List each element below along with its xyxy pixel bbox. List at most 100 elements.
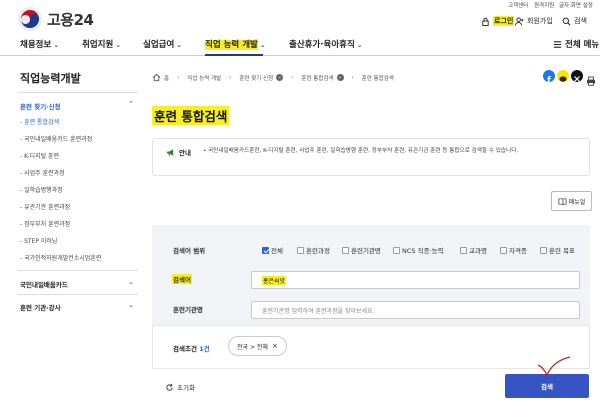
sidebar-item-k-digital[interactable]: - K-디지털 훈련: [20, 151, 59, 160]
notice-label-text: 안내: [179, 149, 191, 157]
util-link-remote-support[interactable]: 원격지원: [534, 1, 554, 9]
breadcrumb-item[interactable]: 훈련 찾기·신청: [239, 74, 273, 82]
scope-checkbox-subject[interactable]: 교과명: [460, 245, 487, 255]
sidebar-item-naeil-card[interactable]: - 국민내일배움카드 훈련과정: [20, 134, 92, 143]
nav-label: 채용정보: [20, 40, 52, 50]
conditions-label-text: 검색조건: [173, 345, 197, 353]
keyword-input[interactable]: 홍은씨앗: [251, 271, 580, 289]
sidebar-item-employer-training[interactable]: - 사업주 훈련과정: [20, 168, 65, 177]
close-icon[interactable]: ×: [272, 342, 278, 350]
checkbox-checked-icon: [262, 246, 269, 254]
nav-item-jobs[interactable]: 채용정보 ⌄: [20, 38, 59, 50]
util-link-display-settings[interactable]: 글자·화면 설정: [559, 1, 593, 9]
conditions-count: 1건: [199, 345, 210, 353]
login-button[interactable]: 로그인: [481, 16, 515, 26]
signup-button[interactable]: 회원가입: [515, 16, 553, 26]
kakao-share-icon[interactable]: [557, 70, 569, 82]
institution-label: 훈련기관명: [173, 306, 203, 314]
search-icon: [562, 17, 571, 25]
all-menu-button[interactable]: 전체 메뉴: [553, 38, 599, 50]
checkbox-label: NCS 직종·능력: [402, 247, 444, 255]
chevron-down-icon: ⌄: [356, 41, 363, 49]
sidebar-divider: [18, 294, 138, 295]
sidebar-item-work-learning[interactable]: - 일학습병행과정: [20, 185, 63, 194]
breadcrumb-item[interactable]: 직업 능력 개발: [187, 74, 221, 82]
search-button-header[interactable]: 검색: [562, 16, 587, 26]
book-icon: [558, 197, 567, 205]
breadcrumb-dropdown-icon[interactable]: ⌄: [276, 74, 284, 81]
sidebar-item-integrated-search[interactable]: - 훈련 통합검색: [20, 117, 59, 126]
home-icon[interactable]: [152, 73, 161, 82]
breadcrumb-current: 훈련 통합검색: [361, 75, 394, 82]
scope-label: 검색어 범위: [173, 247, 206, 255]
institution-input[interactable]: 훈련기관명 입력하여 훈련과정을 찾아보세요.: [251, 301, 580, 319]
lock-icon: [482, 17, 489, 26]
breadcrumb-separator: ›: [351, 74, 354, 81]
conditions-label: 검색조건 1건: [173, 343, 210, 353]
breadcrumb-separator: ›: [177, 74, 180, 81]
notice-box: [152, 138, 590, 176]
sidebar-item-label: 국가인적자원개발컨소시엄훈련: [24, 255, 102, 262]
logo-emblem-icon[interactable]: [18, 7, 42, 31]
scope-checkbox-ncs[interactable]: NCS 직종·능력: [393, 245, 444, 255]
red-check-annotation: [537, 356, 571, 377]
search-conditions: [152, 325, 590, 369]
all-menu-label: 전체 메뉴: [565, 40, 600, 50]
keyword-label: 검색어: [172, 274, 192, 284]
breadcrumb-separator: ›: [229, 74, 232, 81]
nav-item-employment-support[interactable]: 취업지원 ⌄: [82, 38, 121, 50]
page-root: 고객센터 원격지원 글자·화면 설정 고용24 로그인 회원가입 검색 채용정보…: [0, 0, 600, 401]
chevron-down-icon[interactable]: ⌄: [128, 278, 134, 286]
breadcrumb-dropdown-icon[interactable]: ⌄: [336, 74, 344, 81]
scope-checkbox-institution[interactable]: 훈련기관명: [342, 245, 381, 255]
notice-label: 안내: [166, 147, 191, 157]
scope-checkbox-certificate[interactable]: 자격증: [500, 245, 527, 255]
sidebar-item-government-ministry[interactable]: - 정부부처 훈련과정: [20, 219, 70, 228]
facebook-share-icon[interactable]: f: [543, 70, 555, 86]
scope-checkbox-all[interactable]: 전체: [262, 245, 283, 255]
sidebar-section-institution-instructor[interactable]: 훈련 기관·강사: [20, 302, 61, 312]
condition-chip[interactable]: 전국 > 전체 ×: [228, 336, 287, 356]
page-title: 훈련 통합검색: [152, 106, 230, 125]
breadcrumb-item[interactable]: 훈련 통합검색: [301, 74, 333, 82]
nav-item-parental-leave[interactable]: 출산휴가·육아휴직 ⌄: [289, 38, 363, 50]
sidebar-section-training-search[interactable]: 훈련 찾기·신청: [20, 101, 61, 111]
sidebar-item-related-agency[interactable]: - 유관기관 훈련과정: [20, 202, 70, 211]
chevron-up-icon[interactable]: ⌃: [128, 100, 134, 108]
brand-name[interactable]: 고용24: [47, 9, 94, 30]
checkbox-icon: [297, 246, 304, 254]
nav-label: 직업 능력 개발: [205, 40, 258, 50]
sidebar-item-label: K-디지털 훈련: [24, 153, 60, 160]
chevron-down-icon: ⌄: [53, 41, 60, 49]
chevron-down-icon[interactable]: ⌄: [128, 301, 134, 309]
notice-text-body: 국민내일배움카드훈련, K-디지털 훈련, 사업주 훈련, 일학습병행 훈련, …: [208, 148, 519, 154]
print-icon[interactable]: [586, 71, 596, 86]
scope-checkbox-goal[interactable]: 훈련 목표: [540, 245, 575, 255]
checkbox-icon: [500, 246, 507, 254]
hamburger-menu-icon: [553, 40, 562, 48]
sidebar-item-step-elearning[interactable]: - STEP 이러닝: [20, 236, 57, 245]
chip-label: 전국 > 전체: [237, 343, 268, 351]
manual-button[interactable]: 매뉴얼: [551, 191, 592, 211]
sidebar-item-consortium[interactable]: - 국가인적자원개발컨소시엄훈련: [20, 253, 101, 262]
checkbox-label: 자격증: [509, 247, 527, 255]
util-link-customer-center[interactable]: 고객센터: [508, 1, 528, 9]
nav-item-unemployment-benefit[interactable]: 실업급여 ⌄: [143, 38, 182, 50]
checkbox-label: 전체: [271, 247, 283, 255]
checkbox-icon: [393, 246, 400, 254]
search-submit-label: 검색: [541, 383, 553, 391]
scope-checkbox-course[interactable]: 훈련과정: [297, 245, 330, 255]
breadcrumb-home[interactable]: 홈: [164, 74, 169, 82]
sidebar-title: 직업능력개발: [20, 72, 81, 85]
nav-label: 실업급여: [143, 40, 175, 50]
checkbox-icon: [460, 246, 467, 254]
nav-active-indicator: [205, 54, 263, 56]
sidebar-section-naeil-card[interactable]: 국민내일배움카드: [20, 279, 68, 289]
sidebar-item-label: 훈련 통합검색: [24, 119, 60, 126]
sidebar-divider: [18, 92, 138, 93]
sidebar-item-label: 정부부처 훈련과정: [24, 221, 71, 228]
nav-item-vocational-training[interactable]: 직업 능력 개발 ⌄: [205, 38, 266, 50]
x-share-icon[interactable]: [571, 70, 583, 82]
reset-button[interactable]: 초기화: [165, 382, 195, 392]
nav-label: 출산휴가·육아휴직: [289, 40, 355, 50]
